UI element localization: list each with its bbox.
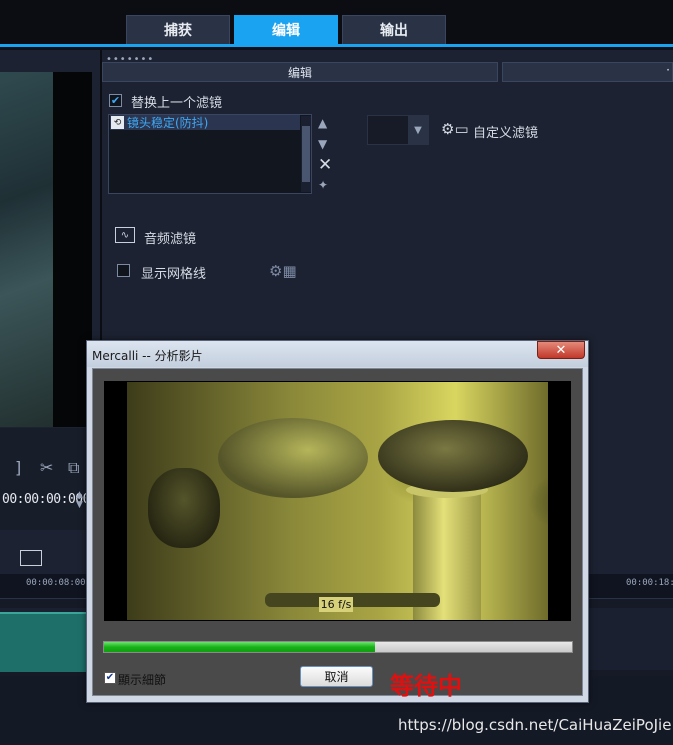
audio-filter-icon[interactable]: ∿ <box>115 227 135 243</box>
tab-edit[interactable]: 编辑 <box>234 15 338 45</box>
grid-settings-icon[interactable]: ⚙▦ <box>269 262 297 280</box>
watermark: https://blog.csdn.net/CaiHuaZeiPoJie <box>398 716 672 734</box>
waiting-annotation: 等待中 <box>390 672 462 700</box>
cancel-button[interactable]: 取消 <box>300 666 373 687</box>
filter-item-label: 镜头稳定(防抖) <box>127 116 209 130</box>
copy-icon[interactable]: ⧉ <box>68 458 79 478</box>
video-fish <box>218 418 368 498</box>
analysis-progress-fill <box>104 642 375 652</box>
timeline-tick: 00:00:18:0 <box>626 578 673 588</box>
dialog-title: Mercalli -- 分析影片 <box>92 349 203 363</box>
audio-filter-label[interactable]: 音频滤镜 <box>144 228 196 247</box>
edit-panel-header: 编辑 <box>102 62 498 82</box>
filter-list-item[interactable]: ⟲ 镜头稳定(防抖) <box>110 115 300 130</box>
remove-filter-icon[interactable]: ✕ <box>318 155 332 175</box>
mark-out-icon[interactable]: ] <box>15 458 21 477</box>
filter-settings-icon[interactable]: ✦ <box>318 178 328 192</box>
preview-video <box>0 72 53 427</box>
custom-filter-label[interactable]: 自定义滤镜 <box>473 122 538 141</box>
fps-label: 16 f/s <box>319 597 353 612</box>
show-details-checkbox[interactable]: ✔ <box>104 672 116 684</box>
scissors-icon[interactable]: ✂ <box>40 458 53 477</box>
timecode-spinner-icon[interactable]: ▲ ▼ <box>76 490 83 510</box>
edit-panel-header-secondary: · <box>502 62 673 82</box>
filter-list-scroll-thumb[interactable] <box>302 126 310 182</box>
tab-underline <box>0 44 673 47</box>
video-fish <box>148 468 220 548</box>
replace-filter-checkbox[interactable]: ✔ <box>109 94 122 107</box>
close-button[interactable]: ✕ <box>537 341 585 359</box>
move-up-icon[interactable]: ▲ <box>318 116 327 130</box>
chevron-down-icon[interactable]: ▼ <box>408 116 428 144</box>
tab-share[interactable]: 输出 <box>342 15 446 45</box>
custom-filter-icon[interactable]: ⚙▭ <box>441 120 469 138</box>
move-down-icon[interactable]: ▼ <box>318 137 327 151</box>
timeline-tick: 00:00:08:00 <box>26 578 86 588</box>
preview-controls <box>0 428 100 530</box>
video-fish <box>378 420 528 492</box>
replace-filter-label: 替换上一个滤镜 <box>131 96 223 111</box>
timeline-clip[interactable] <box>0 612 90 672</box>
show-details-label[interactable]: 顯示細節 <box>118 671 166 688</box>
stabilize-filter-icon: ⟲ <box>111 116 124 129</box>
tab-capture[interactable]: 捕获 <box>126 15 230 45</box>
show-grid-checkbox[interactable] <box>117 264 130 277</box>
show-grid-label: 显示网格线 <box>141 267 207 282</box>
storyboard-view-icon[interactable] <box>20 550 42 566</box>
